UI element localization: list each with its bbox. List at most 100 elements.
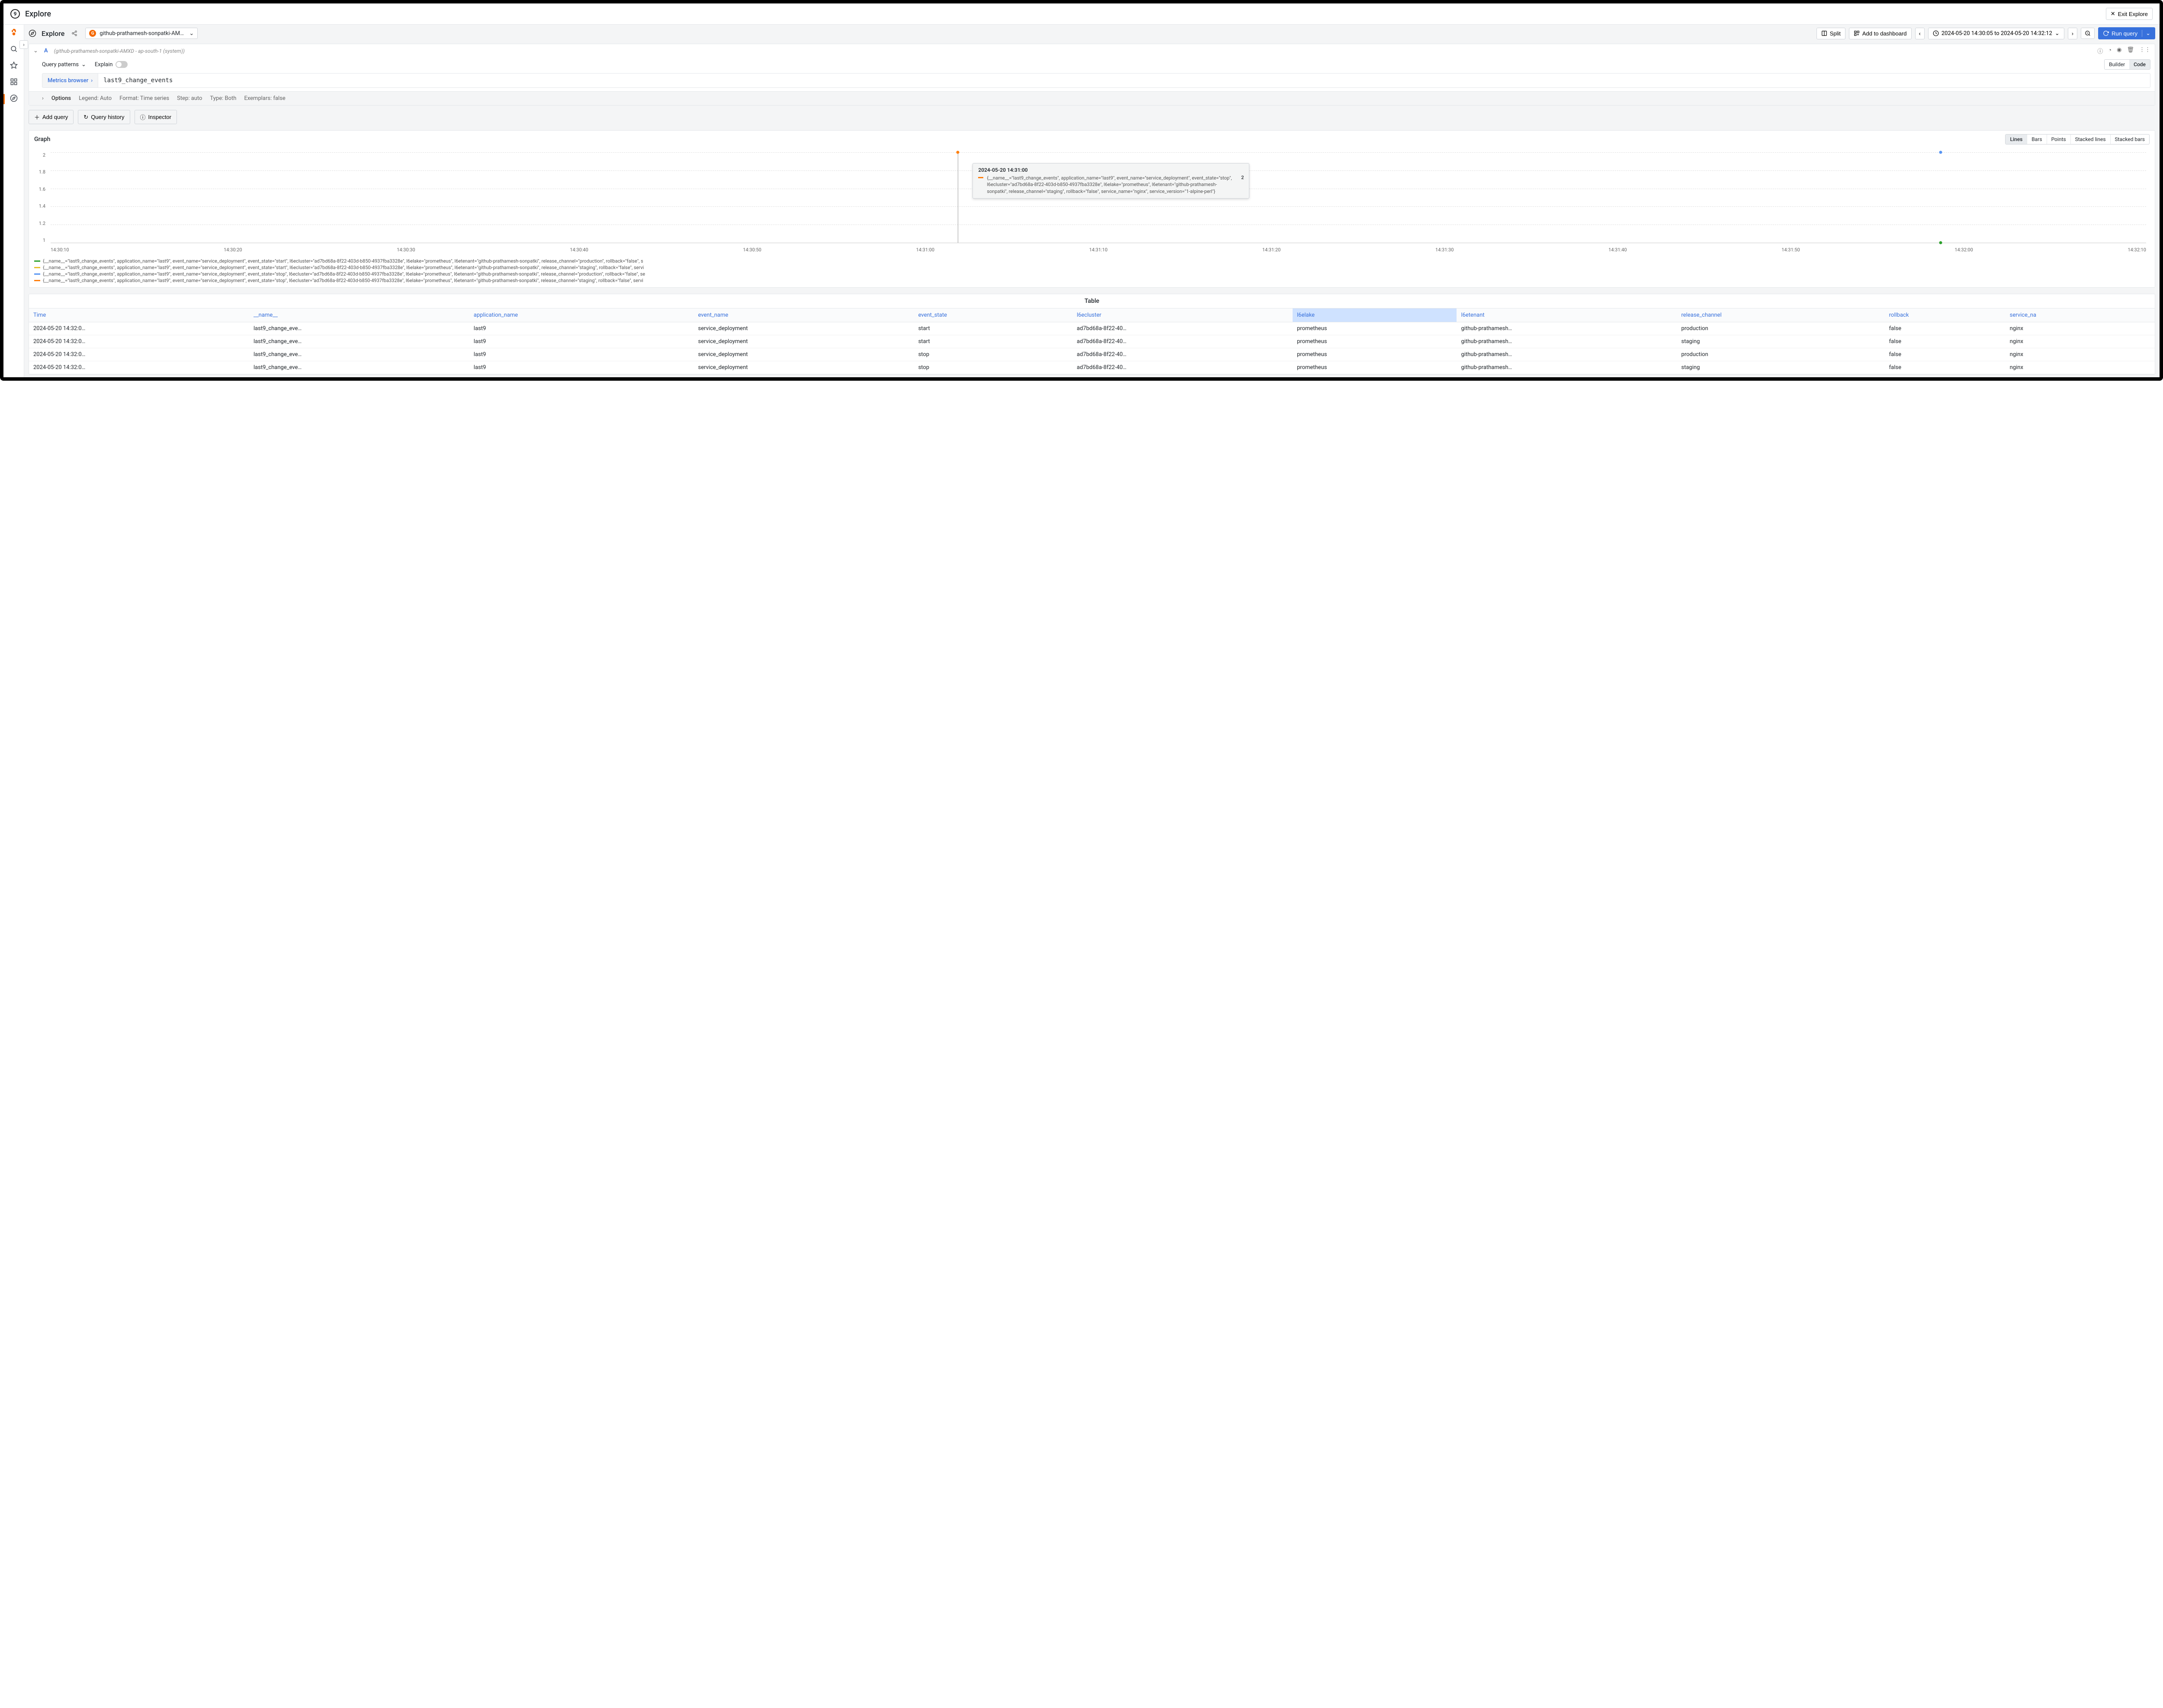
table-cell: 2024-05-20 14:32:0… — [29, 335, 249, 348]
legend-item[interactable]: {__name__="last9_change_events", applica… — [34, 277, 2150, 284]
compass-icon[interactable] — [10, 94, 18, 103]
exit-explore-button[interactable]: ✕ Exit Explore — [2106, 8, 2153, 20]
builder-mode-button[interactable]: Builder — [2105, 60, 2129, 69]
table-cell: prometheus — [1293, 335, 1457, 348]
table-cell: nginx — [2006, 322, 2155, 335]
add-to-dashboard-label: Add to dashboard — [1862, 30, 1907, 37]
time-range-picker[interactable]: 2024-05-20 14:30:05 to 2024-05-20 14:32:… — [1928, 28, 2064, 39]
table-column-header[interactable]: rollback — [1885, 308, 2006, 322]
disable-query-icon[interactable]: ◉ — [2117, 47, 2121, 55]
share-icon[interactable] — [71, 30, 77, 36]
code-mode-button[interactable]: Code — [2129, 60, 2150, 69]
add-query-button[interactable]: ＋ Add query — [29, 110, 74, 124]
table-column-header[interactable]: l6etenant — [1457, 308, 1677, 322]
tooltip-value: 2 — [1241, 175, 1244, 180]
run-query-label: Run query — [2112, 30, 2137, 37]
editor-mode-toggle[interactable]: Builder Code — [2104, 59, 2150, 70]
table-column-header[interactable]: l6ecluster — [1072, 308, 1293, 322]
table-column-header[interactable]: __name__ — [249, 308, 469, 322]
table-column-header[interactable]: l6elake — [1293, 308, 1457, 322]
query-editor: ⌄ A (github-prathamesh-sonpatki-AMXD - a… — [29, 44, 2155, 106]
table-row[interactable]: 2024-05-20 14:32:0…last9_change_eve…last… — [29, 335, 2155, 348]
viz-option-lines[interactable]: Lines — [2006, 135, 2027, 144]
add-to-dashboard-button[interactable]: Add to dashboard — [1849, 28, 1912, 39]
table-cell: last9_change_eve… — [249, 348, 469, 361]
table-column-header[interactable]: event_state — [914, 308, 1072, 322]
data-point[interactable] — [956, 151, 960, 154]
table-row[interactable]: 2024-05-20 14:32:0…last9_change_eve…last… — [29, 348, 2155, 361]
query-history-button[interactable]: ↻ Query history — [78, 110, 130, 124]
viz-option-stacked-lines[interactable]: Stacked lines — [2071, 135, 2111, 144]
legend-item[interactable]: {__name__="last9_change_events", applica… — [34, 264, 2150, 271]
x-tick: 14:31:40 — [1608, 247, 1627, 253]
table-row[interactable]: 2024-05-20 14:32:0…last9_change_eve…last… — [29, 361, 2155, 374]
x-tick: 14:30:50 — [743, 247, 761, 253]
history-icon[interactable]: ◔ — [2108, 47, 2112, 55]
time-forward-button[interactable]: › — [2068, 28, 2077, 39]
explain-toggle[interactable]: Explain — [95, 61, 128, 68]
x-tick: 14:32:10 — [2128, 247, 2146, 253]
toggle-switch[interactable] — [116, 61, 128, 68]
table-row[interactable]: 2024-05-20 14:32:0…last9_change_eve…last… — [29, 322, 2155, 335]
viz-option-bars[interactable]: Bars — [2027, 135, 2047, 144]
datasource-picker[interactable]: G github-prathamesh-sonpatki-AMXD - ap- … — [85, 28, 198, 39]
viz-option-stacked-bars[interactable]: Stacked bars — [2111, 135, 2149, 144]
table-column-header[interactable]: application_name — [469, 308, 694, 322]
graph-plot-area[interactable]: 21.81.61.41.21 2024-05-20 14:31:00 — [29, 148, 2155, 256]
table-column-header[interactable]: release_channel — [1677, 308, 1884, 322]
table-cell: false — [1885, 361, 2006, 374]
run-query-button[interactable]: Run query ⌄ — [2098, 27, 2155, 39]
dashboard-add-icon — [1854, 30, 1860, 36]
expand-options-button[interactable]: › — [42, 95, 44, 102]
app-logo: 9 — [10, 9, 20, 19]
y-tick: 1 — [33, 238, 45, 243]
clock-icon — [1933, 30, 1939, 36]
legend-item[interactable]: {__name__="last9_change_events", applica… — [34, 271, 2150, 277]
table-cell: stop — [914, 348, 1072, 361]
data-point[interactable] — [1939, 151, 1942, 154]
delete-query-icon[interactable]: 🗑 — [2127, 47, 2134, 55]
x-tick: 14:31:20 — [1262, 247, 1280, 253]
table-panel: Table Time__name__application_nameevent_… — [29, 294, 2155, 375]
table-cell: last9 — [469, 361, 694, 374]
query-datasource-summary: (github-prathamesh-sonpatki-AMXD - ap-so… — [54, 48, 185, 54]
viz-option-points[interactable]: Points — [2047, 135, 2071, 144]
table-cell: ad7bd68a-8f22-40… — [1072, 335, 1293, 348]
info-icon: ⓘ — [140, 113, 146, 121]
grafana-logo-icon[interactable] — [10, 28, 18, 37]
y-tick: 1.2 — [33, 221, 45, 226]
table-cell: nginx — [2006, 348, 2155, 361]
query-text-input[interactable]: last9_change_events — [98, 73, 2150, 88]
time-back-button[interactable]: ‹ — [1915, 28, 1925, 39]
visualization-toggle[interactable]: LinesBarsPointsStacked linesStacked bars — [2005, 134, 2150, 144]
rail-expand-toggle[interactable]: › — [19, 40, 28, 49]
tooltip-series-label: {__name__="last9_change_events", applica… — [987, 175, 1234, 195]
search-icon[interactable] — [10, 45, 18, 53]
zoom-out-button[interactable] — [2081, 28, 2095, 39]
table-cell: ad7bd68a-8f22-40… — [1072, 361, 1293, 374]
table-cell: 2024-05-20 14:32:0… — [29, 361, 249, 374]
query-patterns-dropdown[interactable]: Query patterns ⌄ — [42, 61, 86, 68]
star-icon[interactable] — [10, 61, 18, 70]
table-column-header[interactable]: event_name — [694, 308, 914, 322]
options-label: Options — [51, 95, 71, 102]
dashboards-icon[interactable] — [10, 77, 18, 86]
drag-handle-icon[interactable]: ⋮⋮ — [2139, 47, 2150, 55]
legend-item[interactable]: {__name__="last9_change_events", applica… — [34, 258, 2150, 264]
legend-label: {__name__="last9_change_events", applica… — [43, 271, 645, 277]
query-patterns-label: Query patterns — [42, 61, 79, 68]
inspector-button[interactable]: ⓘ Inspector — [135, 110, 177, 124]
table-cell: last9_change_eve… — [249, 335, 469, 348]
table-cell: last9_change_eve… — [249, 361, 469, 374]
split-button[interactable]: Split — [1816, 28, 1845, 39]
data-point[interactable] — [1939, 241, 1942, 244]
table-column-header[interactable]: service_na — [2006, 308, 2155, 322]
help-icon[interactable]: ⓘ — [2097, 47, 2103, 55]
table-cell: github-prathamesh… — [1457, 361, 1677, 374]
table-cell: service_deployment — [694, 322, 914, 335]
step-option: Step: auto — [177, 95, 202, 102]
x-tick: 14:31:00 — [916, 247, 934, 253]
metrics-browser-button[interactable]: Metrics browser › — [42, 73, 98, 88]
table-column-header[interactable]: Time — [29, 308, 249, 322]
collapse-query-button[interactable]: ⌄ — [33, 48, 38, 54]
